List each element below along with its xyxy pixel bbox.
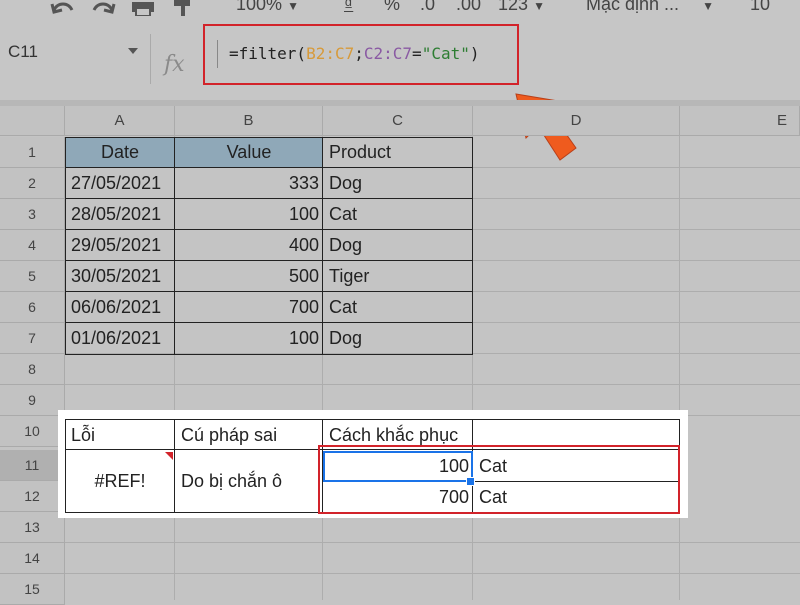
- chevron-down-icon: ▼: [533, 0, 545, 13]
- row-header-11[interactable]: 11: [0, 450, 65, 481]
- increase-decimal-button[interactable]: .00: [456, 0, 481, 15]
- data-table-border: [65, 198, 473, 199]
- divider: [150, 34, 151, 84]
- chevron-down-icon: ▼: [287, 0, 299, 13]
- undo-icon[interactable]: [50, 0, 76, 16]
- redo-icon[interactable]: [90, 0, 116, 16]
- font-size-input[interactable]: 10: [750, 0, 770, 15]
- row-header-7[interactable]: 7: [0, 323, 65, 354]
- error-value-cell[interactable]: #REF!: [65, 450, 175, 513]
- row-header-13[interactable]: 13: [0, 512, 65, 543]
- row-header-2[interactable]: 2: [0, 168, 65, 199]
- row-header-14[interactable]: 14: [0, 543, 65, 574]
- fill-handle[interactable]: [466, 477, 475, 486]
- column-header-c[interactable]: C: [323, 106, 473, 136]
- column-header-b[interactable]: B: [175, 106, 323, 136]
- data-table-border: [65, 167, 473, 168]
- currency-button[interactable]: ₫: [344, 0, 353, 15]
- number-format-select[interactable]: 123 ▼: [498, 0, 545, 15]
- chevron-down-icon[interactable]: [128, 48, 138, 54]
- row-header-3[interactable]: 3: [0, 199, 65, 230]
- select-all-corner[interactable]: [0, 106, 65, 136]
- row-header-15[interactable]: 15: [0, 574, 65, 605]
- column-header-d[interactable]: D: [473, 106, 680, 136]
- row-header-12[interactable]: 12: [0, 481, 65, 512]
- toolbar: 100% ▼ ₫ % .0 .00 123 ▼ Mặc định ... ▼ 1…: [0, 0, 800, 21]
- data-table-border: [65, 322, 473, 323]
- decrease-decimal-button[interactable]: .0: [420, 0, 435, 15]
- row-header-1[interactable]: 1: [0, 137, 65, 168]
- font-select[interactable]: Mặc định ... ▼: [586, 0, 714, 15]
- selected-cell[interactable]: [323, 451, 473, 482]
- percent-button[interactable]: %: [384, 0, 400, 15]
- error-header-syntax[interactable]: Cú pháp sai: [175, 420, 323, 450]
- error-header-error[interactable]: Lỗi: [65, 420, 175, 450]
- gridline: [65, 573, 800, 574]
- column-header-e[interactable]: E: [680, 106, 800, 136]
- data-table-border: [65, 291, 473, 292]
- print-icon[interactable]: [130, 0, 156, 16]
- cell-reference: C11: [8, 42, 38, 61]
- paint-format-icon[interactable]: [172, 0, 194, 16]
- column-header-a[interactable]: A: [65, 106, 175, 136]
- chevron-down-icon: ▼: [702, 0, 714, 13]
- gridline: [65, 542, 800, 543]
- syntax-value-cell[interactable]: Do bị chắn ô: [175, 450, 323, 513]
- zoom-select[interactable]: 100% ▼: [236, 0, 299, 15]
- gridline: [65, 384, 800, 385]
- row-header-6[interactable]: 6: [0, 292, 65, 323]
- function-icon: fx: [164, 52, 185, 77]
- data-table-border: [65, 260, 473, 261]
- data-table-border: [65, 229, 473, 230]
- row-header-4[interactable]: 4: [0, 230, 65, 261]
- row-header-5[interactable]: 5: [0, 261, 65, 292]
- gridline: [679, 136, 680, 600]
- name-box[interactable]: C11: [0, 34, 150, 74]
- row-header-10[interactable]: 10: [0, 416, 65, 447]
- divider: [217, 40, 218, 68]
- formula-input-highlight[interactable]: =filter(B2:C7;C2:C7="Cat"): [203, 24, 519, 85]
- row-header-9[interactable]: 9: [0, 385, 65, 416]
- row-header-8[interactable]: 8: [0, 354, 65, 385]
- error-indicator-icon: [165, 452, 173, 460]
- formula-input[interactable]: =filter(B2:C7;C2:C7="Cat"): [229, 44, 480, 63]
